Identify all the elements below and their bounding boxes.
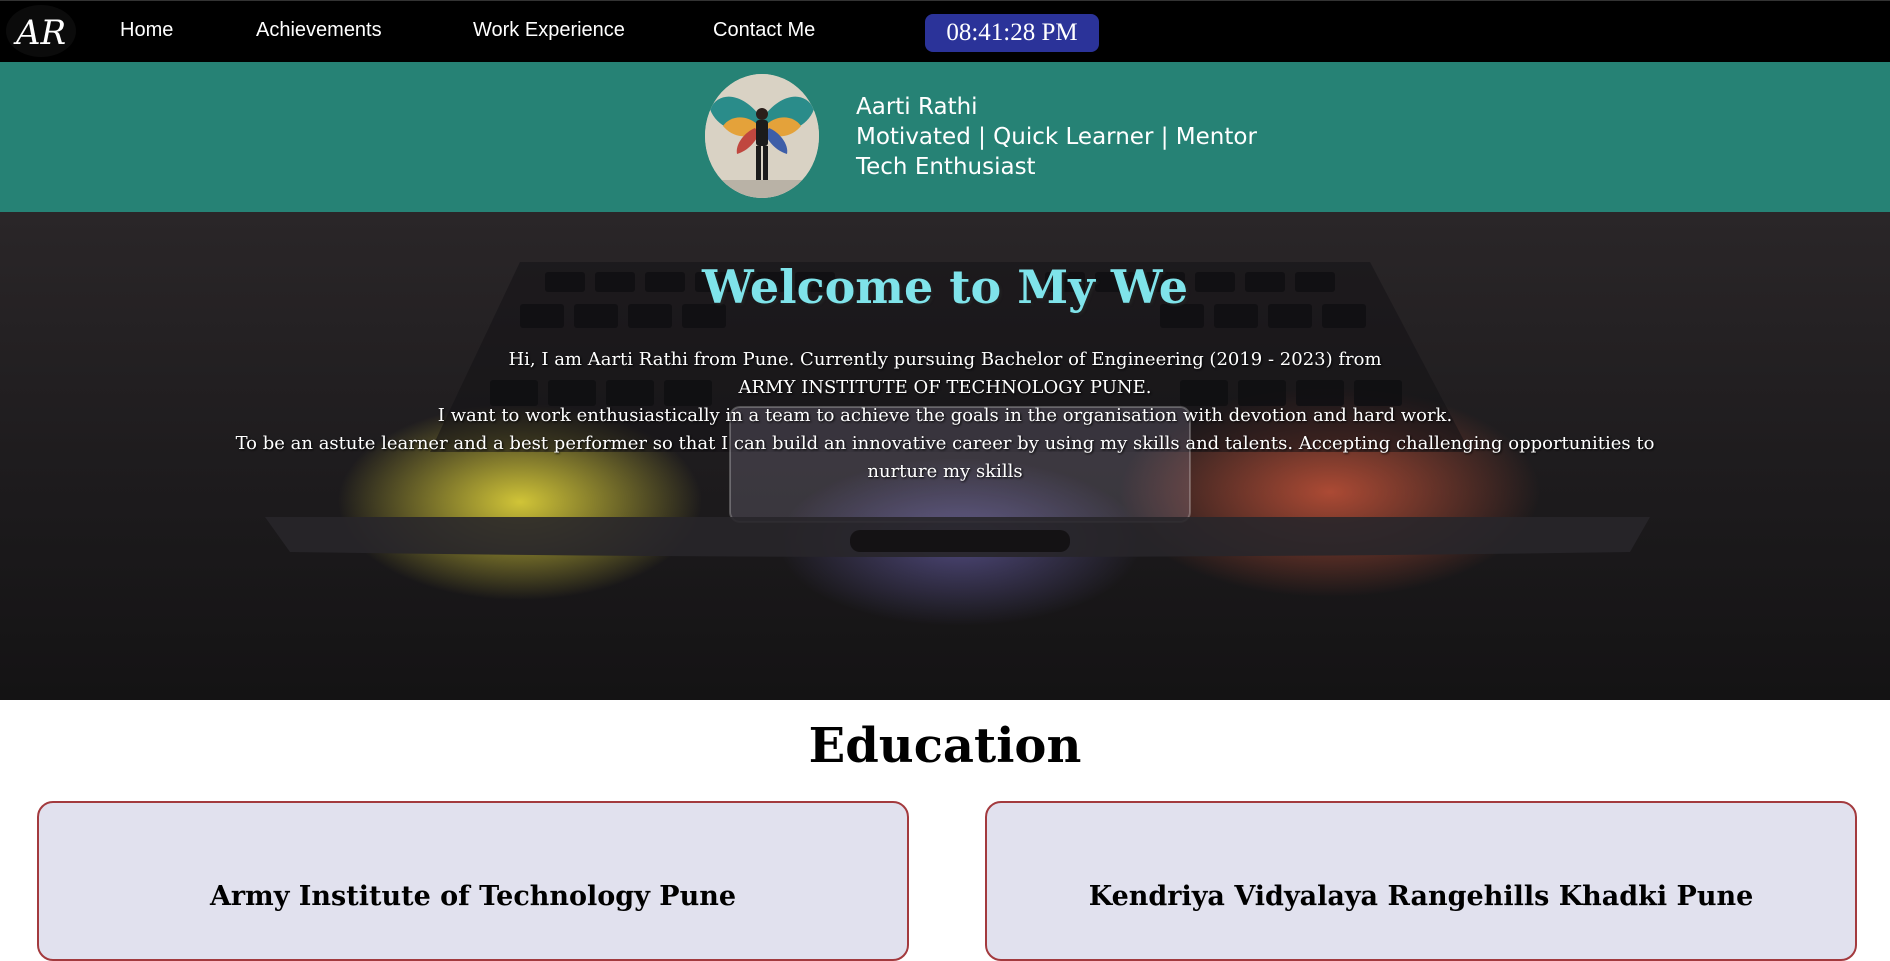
- svg-text:AR: AR: [13, 13, 66, 53]
- navbar: AR Home Achievements Work Experience Con…: [0, 0, 1890, 62]
- education-card-title: Army Institute of Technology Pune: [209, 881, 737, 912]
- hero-section: Welcome to My We Hi, I am Aarti Rathi fr…: [0, 212, 1890, 700]
- education-heading: Education: [808, 718, 1082, 774]
- profile-subtitle: Tech Enthusiast: [856, 154, 1036, 180]
- avatar-photo: [705, 74, 819, 198]
- education-card-title: Kendriya Vidyalaya Rangehills Khadki Pun…: [1088, 881, 1754, 912]
- avatar: [705, 74, 819, 198]
- clock-display: 08:41:28 PM: [925, 14, 1099, 52]
- education-card: Army Institute of Technology Pune: [37, 801, 909, 961]
- profile-text: Aarti Rathi Motivated | Quick Learner | …: [856, 92, 1257, 182]
- logo[interactable]: AR: [6, 5, 76, 57]
- hero-line-4: To be an astute learner and a best perfo…: [235, 433, 1655, 482]
- hero-title: Welcome to My We: [701, 260, 1189, 314]
- nav-work-experience[interactable]: Work Experience: [473, 19, 625, 42]
- nav-home[interactable]: Home: [120, 19, 173, 42]
- nav-contact-me[interactable]: Contact Me: [713, 19, 815, 42]
- hero-line-3: I want to work enthusiastically in a tea…: [437, 405, 1453, 426]
- profile-name: Aarti Rathi: [856, 94, 978, 120]
- hero-line-1: Hi, I am Aarti Rathi from Pune. Currentl…: [508, 349, 1382, 370]
- hero-line-2: ARMY INSTITUTE OF TECHNOLOGY PUNE.: [738, 377, 1152, 398]
- profile-tagline: Motivated | Quick Learner | Mentor: [856, 124, 1257, 150]
- logo-monogram-icon: AR: [13, 13, 66, 53]
- hero-intro: Hi, I am Aarti Rathi from Pune. Currentl…: [200, 346, 1690, 486]
- nav-achievements[interactable]: Achievements: [256, 19, 382, 42]
- education-card: Kendriya Vidyalaya Rangehills Khadki Pun…: [985, 801, 1857, 961]
- profile-banner: Aarti Rathi Motivated | Quick Learner | …: [0, 62, 1890, 212]
